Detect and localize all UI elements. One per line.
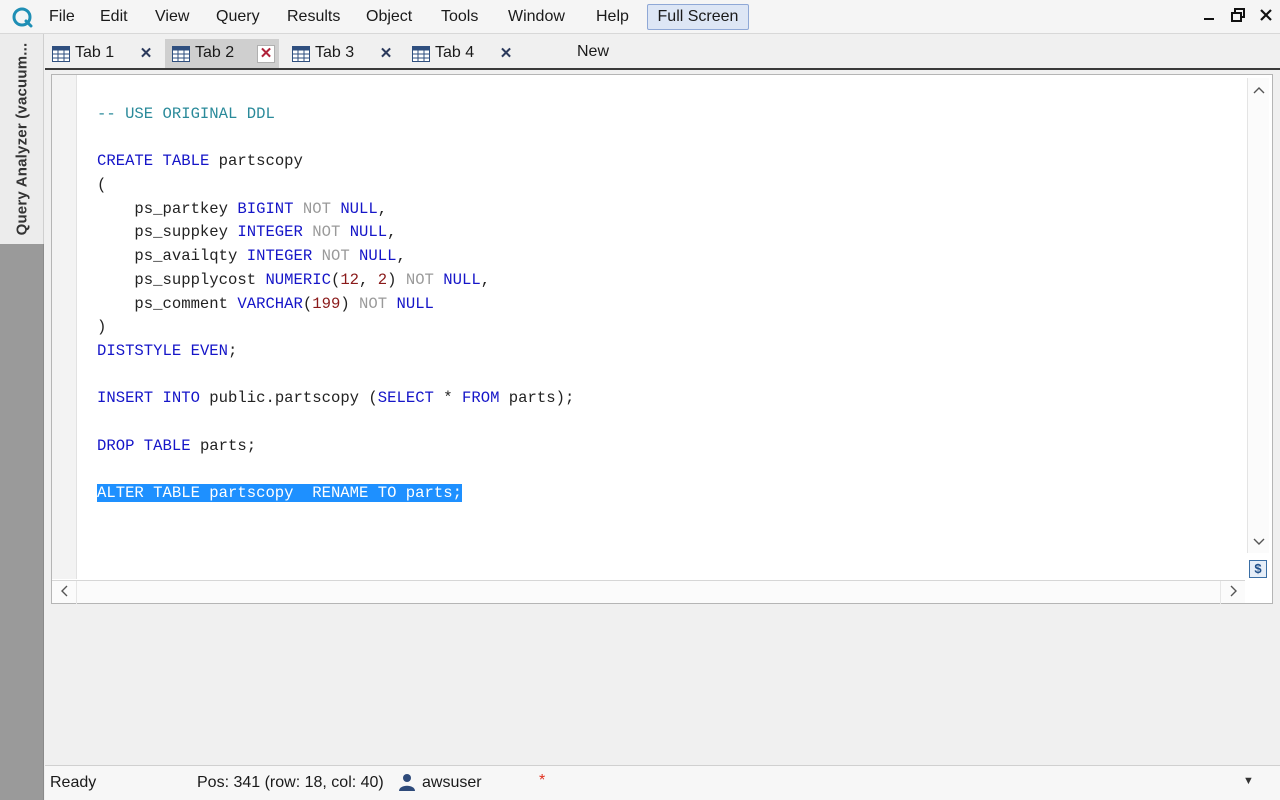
code-line[interactable]: ) — [97, 316, 574, 340]
code-line[interactable] — [97, 127, 574, 151]
menu-window[interactable]: Window — [508, 7, 565, 27]
vertical-scrollbar[interactable] — [1247, 78, 1269, 553]
split-view-icon[interactable]: $ — [1249, 560, 1267, 578]
menu-file[interactable]: File — [49, 7, 75, 27]
close-icon[interactable]: ✕ — [257, 45, 275, 63]
menu-object[interactable]: Object — [366, 7, 412, 27]
code-area[interactable]: -- USE ORIGINAL DDL CREATE TABLE partsco… — [97, 103, 574, 506]
status-bar: Ready Pos: 341 (row: 18, col: 40) awsuse… — [45, 765, 1280, 800]
code-line[interactable]: ps_comment VARCHAR(199) NOT NULL — [97, 293, 574, 317]
tab-1[interactable]: Tab 1 ✕ — [45, 39, 159, 68]
table-grid-icon — [412, 46, 430, 62]
editor-gutter — [52, 75, 77, 579]
query-analyzer-panel-tab[interactable]: Query Analyzer (vacuum... — [0, 34, 44, 244]
code-line[interactable] — [97, 411, 574, 435]
minimize-icon — [1204, 18, 1214, 20]
menu-help[interactable]: Help — [596, 7, 629, 27]
tab-strip: Tab 1 ✕ Tab 2 ✕ Tab 3 ✕ Tab 4 ✕ New — [45, 34, 1280, 70]
close-icon[interactable]: ✕ — [377, 45, 395, 63]
code-line[interactable] — [97, 364, 574, 388]
full-screen-button[interactable]: Full Screen — [647, 4, 749, 30]
scroll-left-icon[interactable] — [55, 584, 72, 601]
menu-edit[interactable]: Edit — [100, 7, 128, 27]
modified-indicator: * — [539, 772, 546, 789]
sql-editor[interactable]: -- USE ORIGINAL DDL CREATE TABLE partsco… — [51, 74, 1273, 604]
close-icon — [1260, 9, 1272, 21]
app-logo-icon — [12, 7, 33, 28]
horizontal-scroll-track[interactable] — [76, 581, 1221, 604]
code-line[interactable]: ps_partkey BIGINT NOT NULL, — [97, 198, 574, 222]
tab-label: Tab 2 — [195, 44, 235, 61]
menu-tools[interactable]: Tools — [441, 7, 478, 27]
status-state: Ready — [50, 774, 97, 791]
scroll-down-icon[interactable] — [1250, 534, 1267, 551]
close-icon[interactable]: ✕ — [497, 45, 515, 63]
code-line[interactable]: -- USE ORIGINAL DDL — [97, 103, 574, 127]
tab-label: Tab 3 — [315, 44, 355, 61]
code-line[interactable]: ps_availqty INTEGER NOT NULL, — [97, 245, 574, 269]
left-sidebar: Query Analyzer (vacuum... — [0, 34, 44, 800]
minimize-button[interactable] — [1199, 5, 1219, 27]
cursor-position: Pos: 341 (row: 18, col: 40) — [197, 774, 384, 791]
code-line[interactable]: DISTSTYLE EVEN; — [97, 340, 574, 364]
table-grid-icon — [172, 46, 190, 62]
horizontal-scrollbar[interactable] — [52, 580, 1245, 604]
new-tab-button[interactable]: New — [577, 43, 609, 61]
restore-button[interactable] — [1228, 5, 1248, 27]
code-line[interactable]: CREATE TABLE partscopy — [97, 150, 574, 174]
close-window-button[interactable] — [1256, 5, 1276, 27]
tab-2[interactable]: Tab 2 ✕ — [165, 39, 279, 68]
menu-view[interactable]: View — [155, 7, 189, 27]
tab-4[interactable]: Tab 4 ✕ — [405, 39, 519, 68]
table-grid-icon — [292, 46, 310, 62]
tab-label: Tab 1 — [75, 44, 115, 61]
menu-query[interactable]: Query — [216, 7, 260, 27]
code-line[interactable]: DROP TABLE parts; — [97, 435, 574, 459]
scroll-right-icon[interactable] — [1225, 584, 1242, 601]
code-line[interactable] — [97, 458, 574, 482]
user-icon — [399, 774, 415, 791]
panel-tab-label: Query Analyzer (vacuum... — [13, 42, 31, 236]
scroll-up-icon[interactable] — [1250, 82, 1267, 99]
close-icon[interactable]: ✕ — [137, 45, 155, 63]
menu-results[interactable]: Results — [287, 7, 340, 27]
code-line[interactable]: INSERT INTO public.partscopy (SELECT * F… — [97, 387, 574, 411]
code-line[interactable]: ps_suppkey INTEGER NOT NULL, — [97, 221, 574, 245]
tab-3[interactable]: Tab 3 ✕ — [285, 39, 399, 68]
menu-bar: File Edit View Query Results Object Tool… — [0, 0, 1280, 34]
status-dropdown-icon[interactable]: ▼ — [1243, 775, 1254, 787]
restore-icon — [1231, 8, 1245, 22]
code-line[interactable]: ( — [97, 174, 574, 198]
code-line[interactable]: ps_supplycost NUMERIC(12, 2) NOT NULL, — [97, 269, 574, 293]
table-grid-icon — [52, 46, 70, 62]
selection-highlight: ALTER TABLE partscopy RENAME TO parts; — [97, 484, 462, 502]
selected-code-line[interactable]: ALTER TABLE partscopy RENAME TO parts; — [97, 482, 574, 506]
current-user: awsuser — [422, 774, 482, 791]
tab-label: Tab 4 — [435, 44, 475, 61]
